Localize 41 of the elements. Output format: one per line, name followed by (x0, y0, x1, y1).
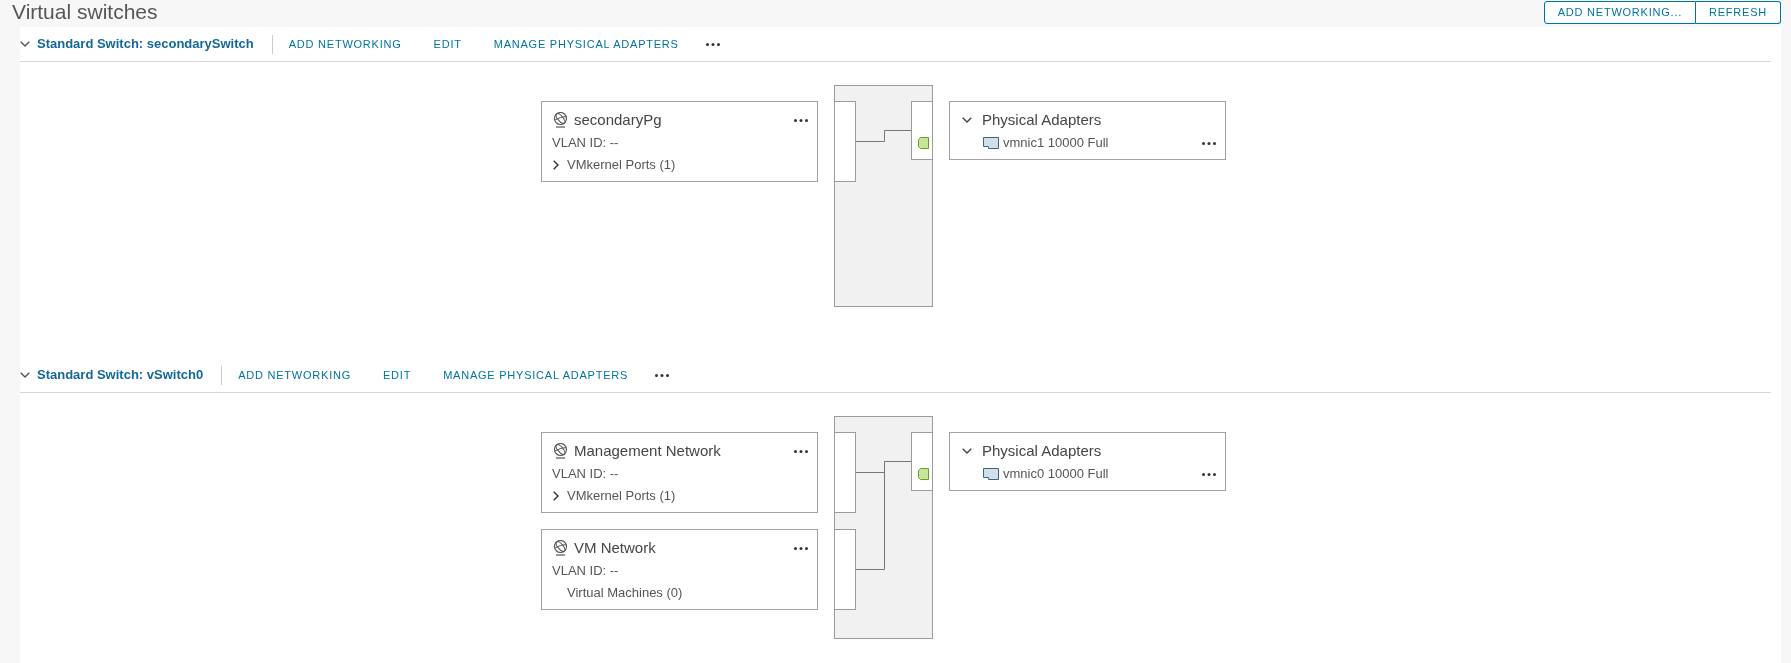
uplink-slot (911, 101, 933, 160)
switch-action-button[interactable]: EDIT (417, 27, 478, 61)
vlan-id-text: VLAN ID: -- (552, 134, 619, 152)
network-card-icon (983, 468, 999, 480)
members-toggle[interactable]: VMkernel Ports (1) (552, 487, 676, 505)
uplink-port-icon (918, 137, 929, 149)
toolbar-button[interactable]: ADD NETWORKING... (1543, 1, 1697, 24)
members-text: Virtual Machines (0) (567, 584, 683, 602)
physical-adapters-toggle[interactable]: Physical Adapters (962, 110, 1102, 130)
port-group-name: secondaryPg (574, 110, 662, 130)
toolbar-button[interactable]: REFRESH (1696, 1, 1781, 24)
ellipsis-icon (705, 42, 720, 46)
ellipsis-icon (794, 546, 808, 550)
ellipsis-icon (794, 449, 808, 453)
connector-line (855, 130, 912, 142)
members-toggle[interactable]: VMkernel Ports (1) (552, 156, 676, 174)
globe-icon (553, 540, 568, 556)
uplink-port-icon (918, 468, 929, 480)
ellipsis-icon (1202, 141, 1216, 145)
page-title: Virtual switches (12, 0, 158, 24)
globe-icon (553, 112, 568, 128)
ellipsis-icon (1202, 472, 1216, 476)
adapter-name: vmnic0 10000 Full (1003, 465, 1109, 483)
port-group-name: Management Network (574, 441, 721, 461)
switch-action-button[interactable]: EDIT (367, 358, 428, 392)
ellipsis-icon (794, 118, 808, 122)
vlan-id-text: VLAN ID: -- (552, 562, 619, 580)
switch-toggle[interactable]: Standard Switch: secondarySwitch (20, 27, 254, 61)
physical-adapters-toggle[interactable]: Physical Adapters (962, 441, 1102, 461)
vlan-id-text: VLAN ID: -- (552, 465, 619, 483)
switch-action-button[interactable]: ADD NETWORKING (272, 27, 418, 61)
switch-toggle[interactable]: Standard Switch: vSwitch0 (20, 358, 204, 392)
switch-action-button[interactable]: MANAGE PHYSICAL ADAPTERS (477, 27, 695, 61)
uplink-slot (911, 432, 933, 491)
ellipsis-icon (655, 373, 670, 377)
globe-icon (553, 443, 568, 459)
adapter-name: vmnic1 10000 Full (1003, 134, 1109, 152)
network-card-icon (983, 137, 999, 149)
port-group-name: VM Network (574, 538, 656, 558)
switch-action-button[interactable]: MANAGE PHYSICAL ADAPTERS (427, 358, 645, 392)
switch-action-button[interactable]: ADD NETWORKING (222, 358, 367, 392)
